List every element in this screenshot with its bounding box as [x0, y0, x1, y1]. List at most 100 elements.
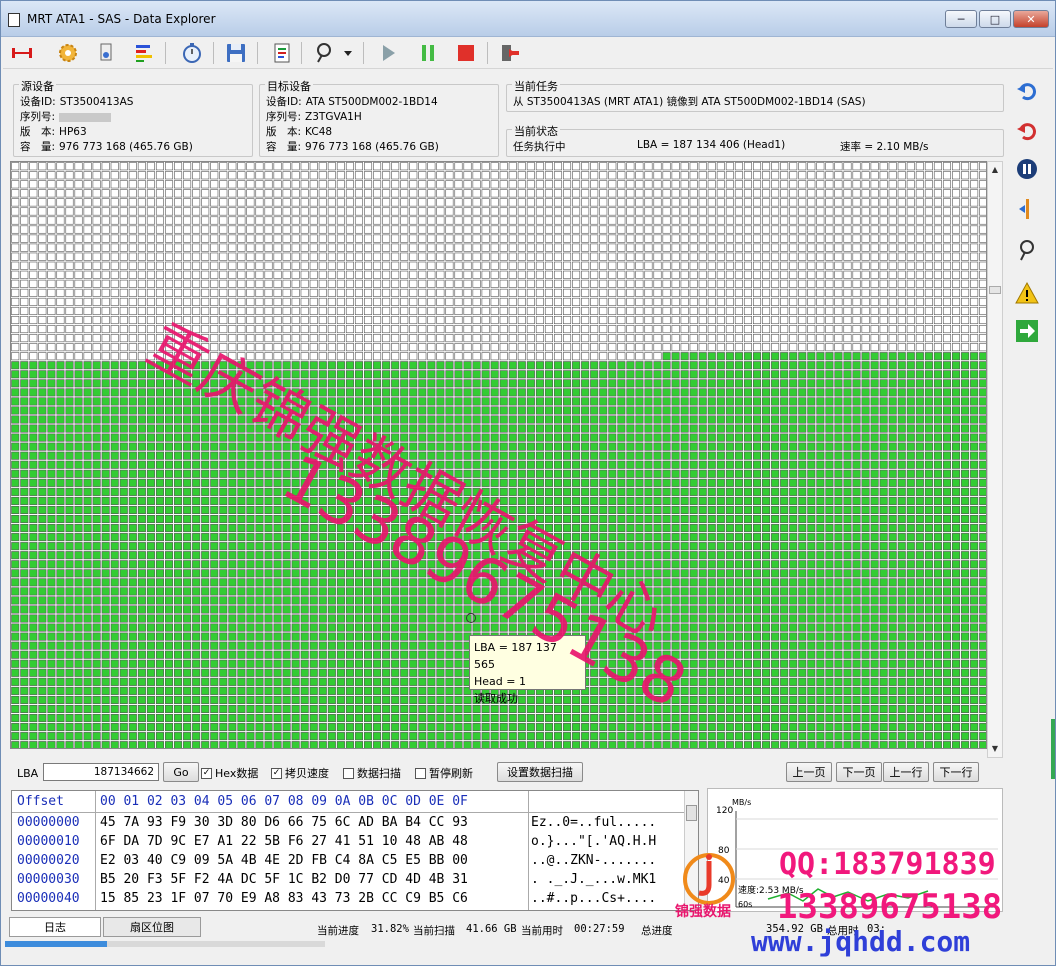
undo-red-icon[interactable] [1012, 117, 1042, 145]
pause-icon[interactable] [415, 40, 441, 66]
undo-blue-icon[interactable] [1012, 77, 1042, 105]
setup-scan-button[interactable]: 设置数据扫描 [497, 762, 583, 782]
sector-map-icon[interactable] [131, 40, 157, 66]
hex-header: Offset 00 01 02 03 04 05 06 07 08 09 0A … [12, 791, 684, 813]
next-arrow-icon[interactable] [1012, 317, 1042, 345]
hex-row[interactable]: 00000020 E2 03 40 C9 09 5A 4B 4E 2D FB C4… [12, 853, 684, 871]
hex-row-ascii: . ._.J._...w.MK1 [531, 872, 657, 887]
stop-icon[interactable] [453, 40, 479, 66]
tooltip-head: Head = 1 [474, 675, 526, 688]
datascan-checkbox-label: 数据扫描 [357, 767, 401, 780]
settings-gear-icon[interactable] [55, 40, 81, 66]
sector-map-scrollbar[interactable]: ▲ ▼ [987, 161, 1003, 758]
hex-row-bytes: 6F DA 7D 9C E7 A1 22 5B F6 27 41 51 10 4… [100, 834, 468, 849]
source-version-label: 版 本: [20, 126, 56, 138]
hex-row[interactable]: 00000010 6F DA 7D 9C E7 A1 22 5B F6 27 41… [12, 834, 684, 852]
start-play-icon[interactable] [375, 40, 401, 66]
side-accent-bar [1051, 719, 1055, 779]
status-lba: LBA = 187 134 406 (Head1) [637, 139, 786, 151]
hex-row-ascii: ..#..p...Cs+.... [531, 891, 657, 906]
tab-sector-map[interactable]: 扇区位图 [103, 917, 201, 937]
hex-row-offset: 00000020 [17, 853, 80, 868]
timer-icon[interactable] [179, 40, 205, 66]
prev-line-button[interactable]: 上一行 [883, 762, 929, 782]
status-rate: 速率 = 2.10 MB/s [840, 141, 929, 153]
maximize-button[interactable]: □ [979, 10, 1011, 28]
target-version-value: KC48 [305, 126, 333, 138]
target-capacity-value: 976 773 168 (465.76 GB) [305, 141, 439, 153]
hex-viewer[interactable]: Offset 00 01 02 03 04 05 06 07 08 09 0A … [11, 790, 699, 911]
go-button[interactable]: Go [163, 762, 199, 782]
hex-column-header: 00 01 02 03 04 05 06 07 08 09 0A 0B 0C 0… [100, 794, 468, 809]
scroll-up-icon[interactable]: ▲ [990, 165, 1000, 175]
progress-fill [5, 941, 107, 947]
logo-text: 锦强数据 [675, 904, 731, 920]
prev-page-button[interactable]: 上一页 [786, 762, 832, 782]
speed-ymax: 120 [716, 806, 733, 816]
next-line-button[interactable]: 下一行 [933, 762, 979, 782]
window-title: MRT ATA1 - SAS - Data Explorer [27, 12, 216, 26]
hex-row-bytes: B5 20 F3 5F F2 4A DC 5F 1C B2 D0 77 CD 4… [100, 872, 468, 887]
hex-checkbox-row[interactable]: ✓ Hex数据 [201, 763, 258, 783]
lba-label: LBA [17, 766, 39, 780]
hex-row-offset: 00000010 [17, 834, 80, 849]
hex-row-bytes: 45 7A 93 F9 30 3D 80 D6 66 75 6C AD BA B… [100, 815, 468, 830]
pause-refresh-checkbox-row[interactable]: 暂停刷新 [415, 763, 473, 783]
connect-icon[interactable] [9, 40, 35, 66]
device-info-icon[interactable] [93, 40, 119, 66]
tool-wrench-icon[interactable] [311, 40, 337, 66]
hex-checkbox[interactable]: ✓ [201, 767, 212, 779]
next-page-button[interactable]: 下一页 [836, 762, 882, 782]
company-logo: 锦强数据 [675, 851, 743, 920]
copyspeed-checkbox-row[interactable]: ✓ 拷贝速度 [271, 763, 329, 783]
target-device-label: 目标设备 [265, 78, 313, 94]
tool-icon[interactable] [1012, 237, 1042, 265]
copyspeed-checkbox[interactable]: ✓ [271, 767, 282, 779]
watermark-qq: QQ:183791839 [779, 847, 996, 882]
target-serial-label: 序列号: [266, 111, 302, 123]
hex-row[interactable]: 00000040 15 85 23 1F 07 70 E9 A8 83 43 73… [12, 891, 684, 909]
hex-checkbox-label: Hex数据 [215, 767, 259, 780]
save-icon[interactable] [223, 40, 249, 66]
lba-input[interactable]: 187134662 [43, 763, 159, 781]
warning-icon[interactable] [1012, 279, 1042, 307]
datascan-checkbox[interactable] [343, 767, 354, 779]
speed-unit: MB/s [732, 798, 751, 807]
pause-refresh-checkbox-label: 暂停刷新 [429, 767, 473, 780]
minimize-button[interactable]: ─ [945, 10, 977, 28]
scroll-down-icon[interactable]: ▼ [990, 744, 1000, 754]
hex-scroll-thumb[interactable] [686, 805, 697, 821]
watermark-url: www.jqhdd.com [751, 925, 971, 958]
main-window: MRT ATA1 - SAS - Data Explorer ─ □ ✕ 源设备… [0, 0, 1056, 966]
hex-row[interactable]: 00000000 45 7A 93 F9 30 3D 80 D6 66 75 6C… [12, 815, 684, 833]
close-button[interactable]: ✕ [1013, 10, 1049, 28]
scroll-thumb[interactable] [989, 286, 1001, 294]
tab-log[interactable]: 日志 [9, 917, 101, 937]
dropdown-chevron-icon[interactable] [341, 40, 355, 66]
progress-bar [5, 941, 325, 947]
current-status-label: 当前状态 [512, 123, 560, 139]
source-id-value: ST3500413AS [59, 96, 134, 108]
current-task-label: 当前任务 [512, 78, 560, 94]
pause-refresh-checkbox[interactable] [415, 767, 426, 779]
source-version-value: HP63 [59, 126, 87, 138]
pause-circle-icon[interactable] [1012, 155, 1042, 183]
hex-row-ascii: Ez..0=..ful..... [531, 815, 657, 830]
controls-row: LBA 187134662 Go ✓ Hex数据 ✓ 拷贝速度 数据扫描 暂停刷新 … [11, 762, 1011, 783]
report-icon[interactable] [269, 40, 295, 66]
tooltip-state: 读取成功 [474, 692, 518, 705]
toolbar [3, 37, 1053, 69]
hex-row[interactable]: 00000030 B5 20 F3 5F F2 4A DC 5F 1C B2 D0… [12, 872, 684, 890]
target-device-group: 目标设备 设备ID: ATA ST500DM002-1BD14 序列号: Z3TGV… [259, 78, 499, 157]
source-serial-label: 序列号: [20, 111, 56, 123]
total-label: 总进度 [641, 925, 673, 937]
split-icon[interactable] [1012, 195, 1042, 223]
current-status-group: 当前状态 任务执行中 LBA = 187 134 406 (Head1) 速率 … [506, 123, 1004, 157]
status-state: 任务执行中 [513, 141, 566, 153]
datascan-checkbox-row[interactable]: 数据扫描 [343, 763, 401, 783]
source-capacity-value: 976 773 168 (465.76 GB) [59, 141, 193, 153]
hex-row-offset: 00000040 [17, 891, 80, 906]
time-label: 当前用时 [521, 925, 563, 937]
hex-row-ascii: o.}..."[.'AQ.H.H [531, 834, 657, 849]
exit-icon[interactable] [497, 40, 523, 66]
